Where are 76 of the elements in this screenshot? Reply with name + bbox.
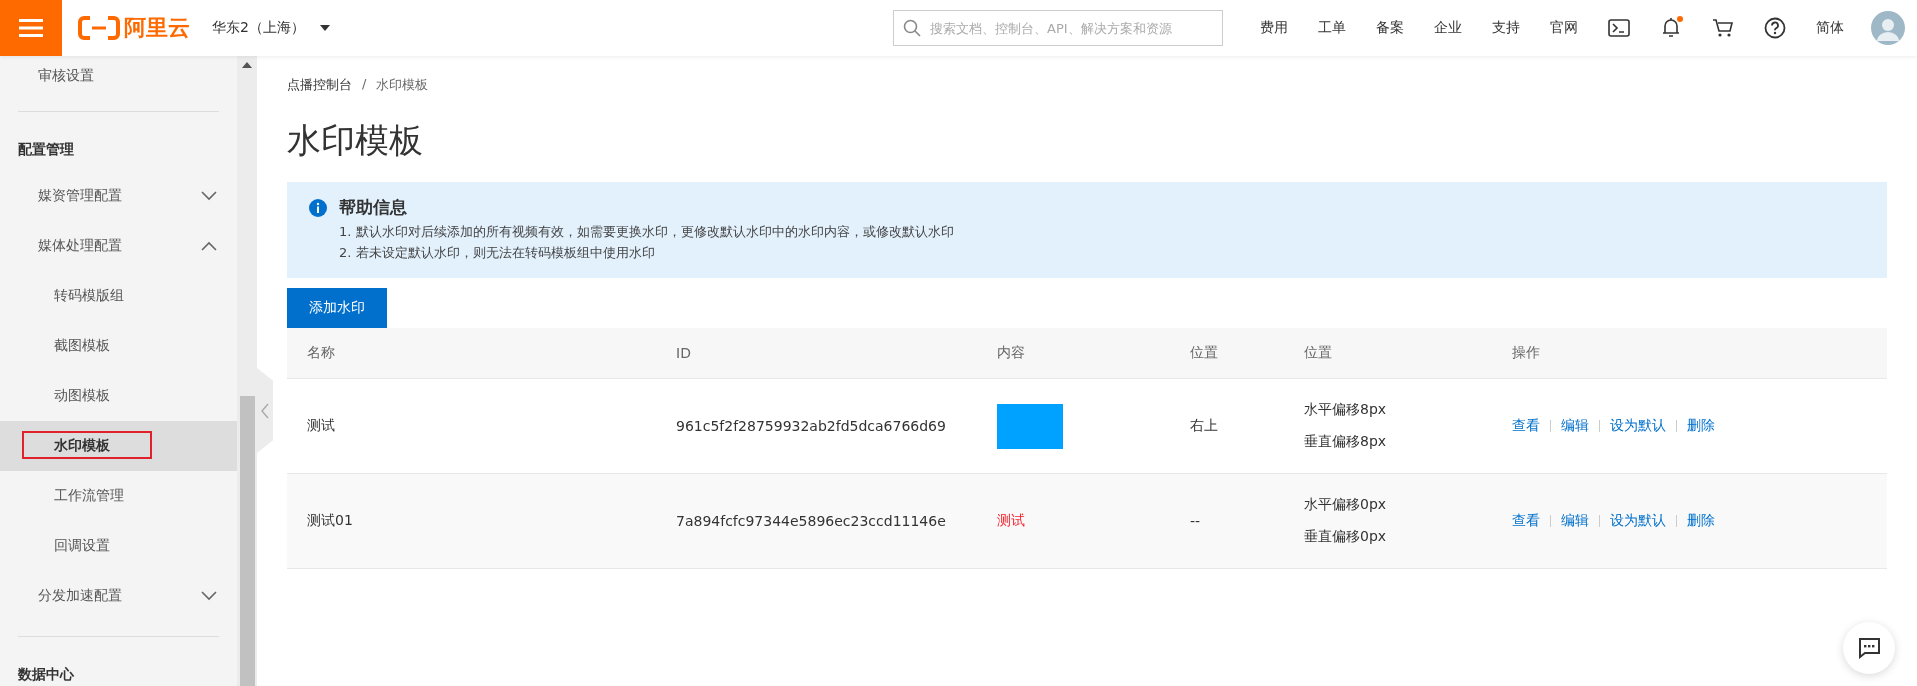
watermark-text: 测试 <box>997 512 1025 528</box>
add-watermark-button[interactable]: 添加水印 <box>287 288 387 328</box>
chevron-down-icon <box>201 191 217 201</box>
terminal-icon <box>1608 19 1630 37</box>
action-link[interactable]: 查看 <box>1512 512 1540 530</box>
avatar-icon <box>1871 11 1905 45</box>
sidebar-subitem[interactable]: 动图模板 <box>0 371 237 421</box>
sidebar-subitem[interactable]: 回调设置 <box>0 521 237 571</box>
chat-icon <box>1857 637 1881 659</box>
table-cell: 测试 <box>307 417 335 433</box>
region-selector[interactable]: 华东2（上海） <box>212 19 331 37</box>
search-icon <box>903 19 921 37</box>
nav-link[interactable]: 企业 <box>1434 19 1462 37</box>
logo-icon <box>78 16 120 40</box>
watermark-image-placeholder <box>997 403 1063 449</box>
column-header: 操作 <box>1512 344 1540 360</box>
nav-link[interactable]: 支持 <box>1492 19 1520 37</box>
help-title: 帮助信息 <box>339 196 408 219</box>
help-text: 1. 默认水印对后续添加的所有视频有效，如需要更换水印，更修改默认水印中的水印内容，或修改默认水印 <box>339 223 954 241</box>
cart-icon <box>1712 18 1734 38</box>
breadcrumb-separator: / <box>362 76 367 93</box>
action-link[interactable]: 编辑 <box>1561 417 1589 435</box>
sidebar-item[interactable]: 媒资管理配置 <box>0 171 237 221</box>
sidebar-item[interactable]: 媒体处理配置 <box>0 221 237 271</box>
column-header: 位置 <box>1190 344 1218 360</box>
logo-text: 阿里云 <box>124 14 190 42</box>
table-cell: 测试01 <box>307 512 353 528</box>
sidebar-subitem[interactable]: 水印模板 <box>0 421 237 471</box>
section-title: 数据中心 <box>17 665 75 684</box>
sidebar-item[interactable]: 分发加速配置 <box>0 571 237 621</box>
table-cell: 右上 <box>1190 417 1218 433</box>
table-cell-text: 水平偏移8px <box>1304 401 1388 419</box>
table-cell-text: 垂直偏移8px <box>1304 433 1388 451</box>
column-header: 位置 <box>1304 344 1332 360</box>
section-title: 配置管理 <box>17 140 75 159</box>
breadcrumb-link[interactable]: 点播控制台 <box>287 76 352 94</box>
nav-link[interactable]: 费用 <box>1260 19 1288 37</box>
sidebar-item[interactable]: 审核设置 <box>0 56 237 96</box>
help-icon <box>1764 17 1786 39</box>
info-icon <box>309 199 327 217</box>
table-cell: 961c5f2f28759932ab2fd5dca6766d69 <box>676 418 946 434</box>
action-link[interactable]: 设为默认 <box>1610 417 1666 435</box>
table-cell: -- <box>1190 513 1201 529</box>
scrollbar-thumb[interactable] <box>240 396 255 686</box>
caret-icon <box>318 24 331 32</box>
action-link[interactable]: 设为默认 <box>1610 512 1666 530</box>
table-cell-text: 垂直偏移0px <box>1304 528 1388 546</box>
column-header: 内容 <box>997 344 1025 360</box>
nav-link[interactable]: 工单 <box>1318 19 1346 37</box>
chevron-left-icon <box>260 402 270 419</box>
sidebar-subitem[interactable]: 截图模板 <box>0 321 237 371</box>
help-text: 2. 若未设定默认水印，则无法在转码模板组中使用水印 <box>339 244 656 262</box>
action-link[interactable]: 编辑 <box>1561 512 1589 530</box>
scroll-up-icon <box>242 62 252 68</box>
chevron-up-icon <box>201 241 217 251</box>
scrollbar[interactable] <box>237 56 257 686</box>
sidebar-subitem[interactable]: 工作流管理 <box>0 471 237 521</box>
chevron-down-icon <box>201 591 217 601</box>
action-link[interactable]: 查看 <box>1512 417 1540 435</box>
nav-link[interactable]: 备案 <box>1376 19 1404 37</box>
page-title: 水印模板 <box>287 119 424 162</box>
chat-button[interactable] <box>1843 622 1895 674</box>
bell-icon <box>1660 17 1682 39</box>
menu-icon <box>18 17 44 39</box>
action-link[interactable]: 删除 <box>1687 417 1715 435</box>
table-cell: 7a894fcfc97344e5896ec23ccd11146e <box>676 513 946 529</box>
column-header: ID <box>676 345 691 361</box>
action-link[interactable]: 删除 <box>1687 512 1715 530</box>
column-header: 名称 <box>307 344 335 360</box>
search-field[interactable]: 搜索文档、控制台、API、解决方案和资源 <box>893 10 1223 46</box>
nav-link[interactable]: 官网 <box>1550 19 1578 37</box>
language-link[interactable]: 简体 <box>1816 19 1844 37</box>
sidebar-subitem[interactable]: 转码模版组 <box>0 271 237 321</box>
menu-button[interactable] <box>0 0 62 56</box>
breadcrumb-current: 水印模板 <box>376 76 429 94</box>
table-cell-text: 水平偏移0px <box>1304 496 1388 514</box>
